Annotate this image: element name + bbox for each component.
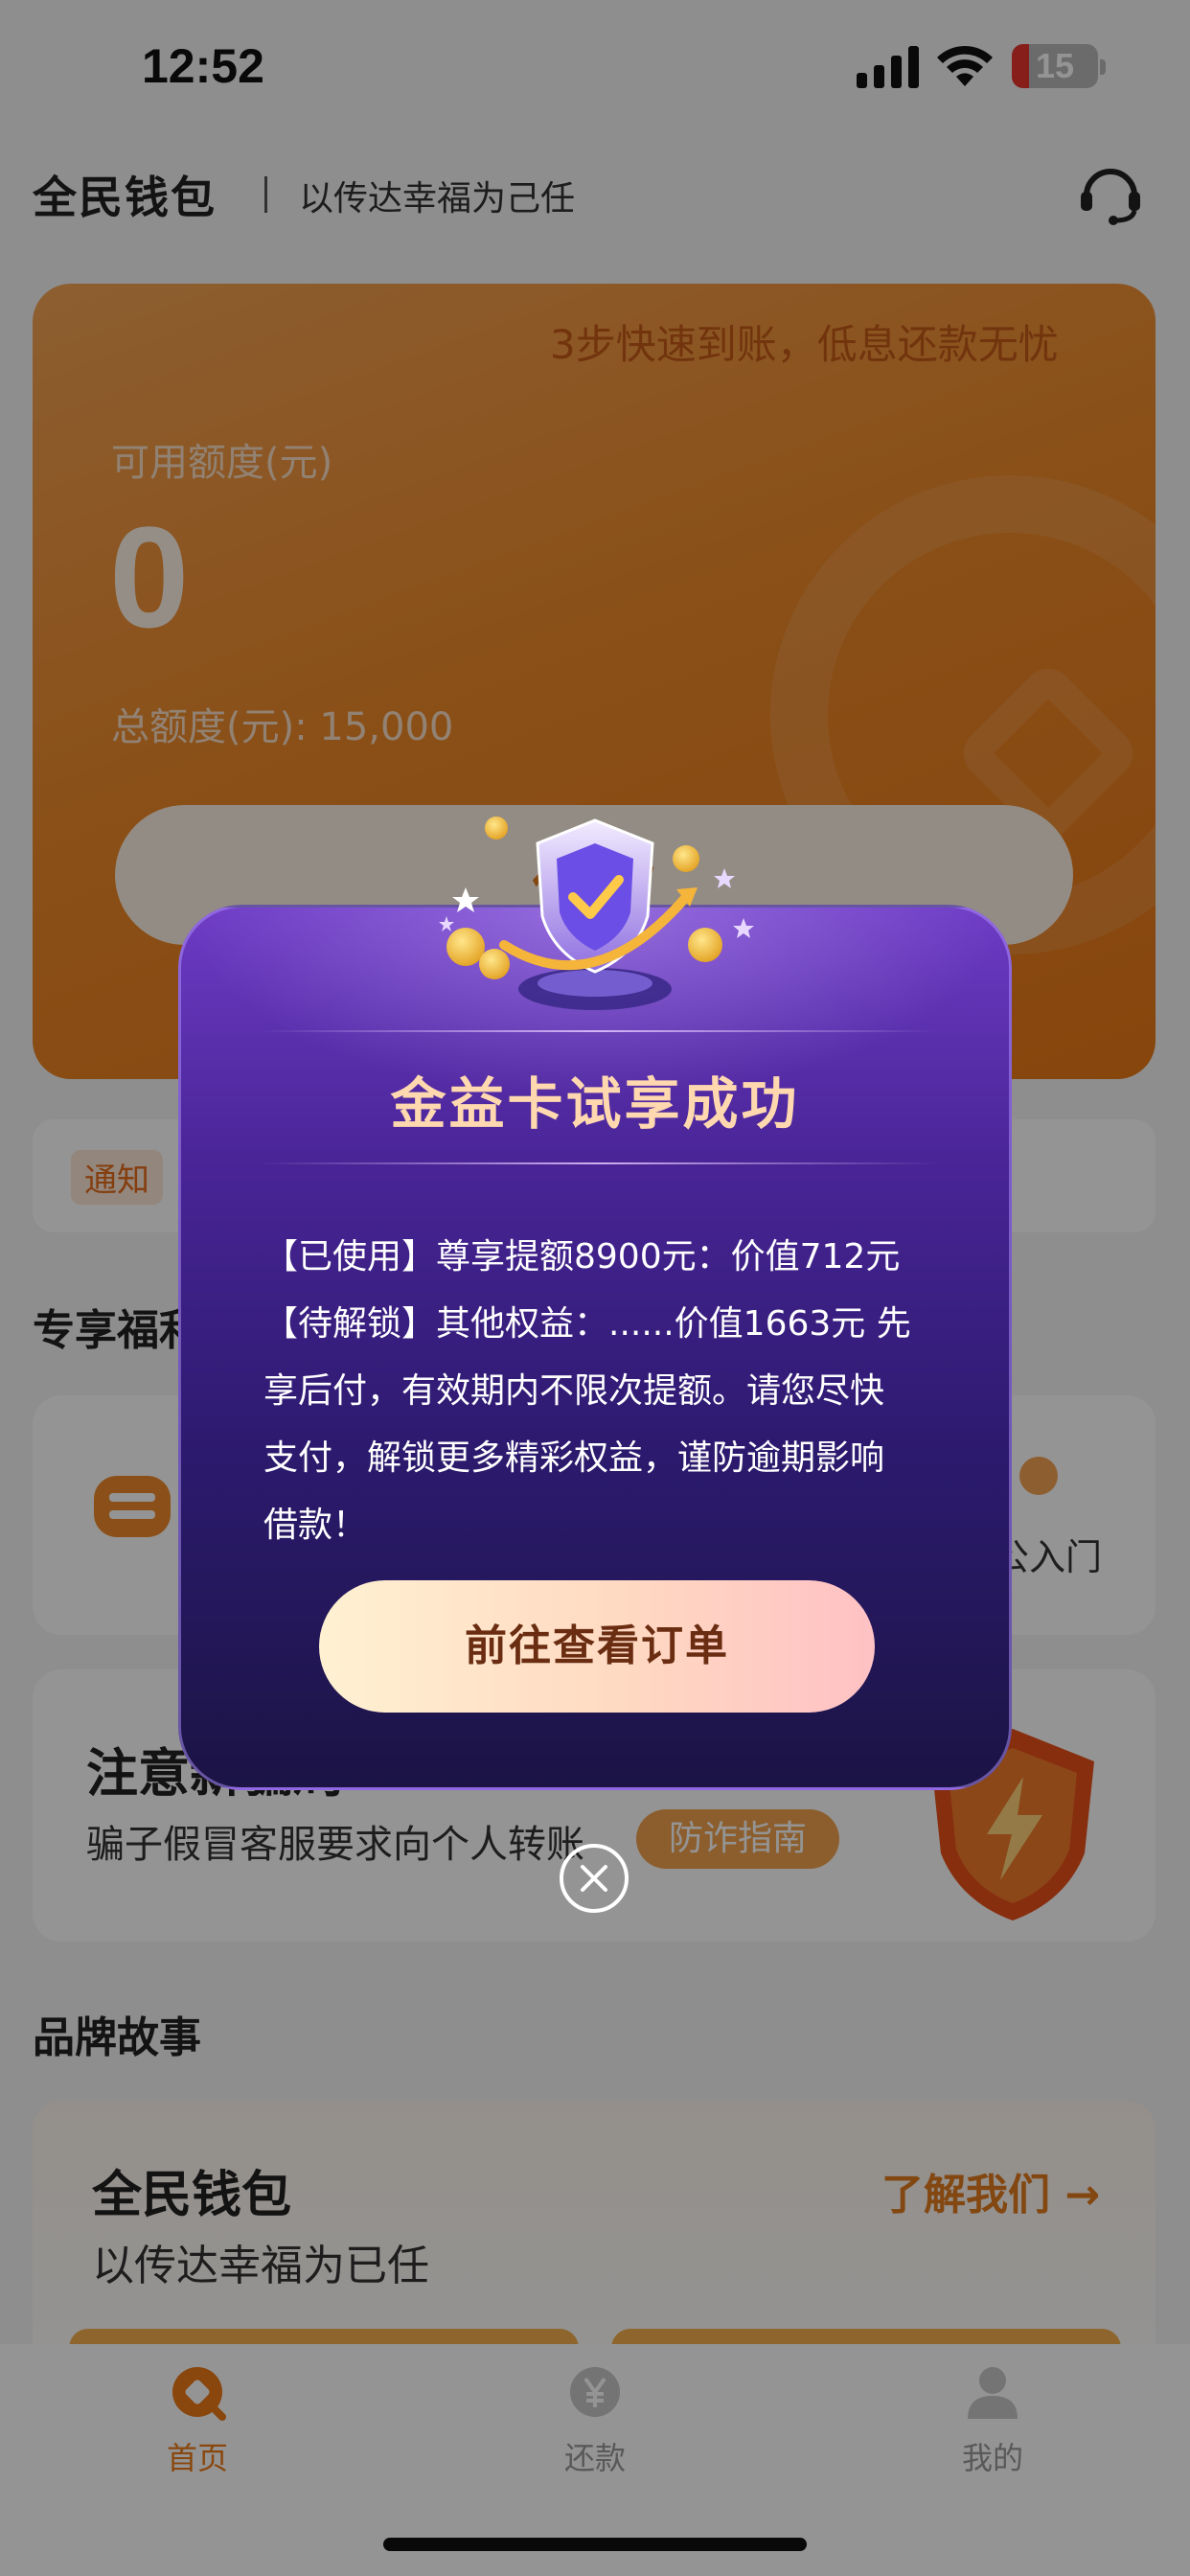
dialog-line: 【待解锁】其他权益：......价值1663元 先 bbox=[263, 1304, 911, 1344]
dialog-title: 金益卡试享成功 bbox=[390, 1071, 800, 1137]
dialog-line: 享后付，有效期内不限次提额。请您尽快 bbox=[263, 1371, 885, 1411]
dialog-body: 【已使用】尊享提额8900元：价值712元 【待解锁】其他权益：......价值… bbox=[263, 1224, 953, 1559]
view-order-button[interactable]: 前往查看订单 bbox=[319, 1580, 875, 1713]
dialog-line: 支付，解锁更多精彩权益，谨防逾期影响 bbox=[263, 1438, 885, 1478]
dialog-line: 借款！ bbox=[263, 1506, 368, 1545]
dialog-divider-bottom bbox=[258, 1162, 938, 1164]
shield-coins-illustration-icon bbox=[439, 816, 754, 1010]
dialog-divider-top bbox=[258, 1030, 938, 1032]
close-circle-icon[interactable] bbox=[558, 1842, 630, 1915]
dialog-line: 【已使用】尊享提额8900元：价值712元 bbox=[263, 1237, 901, 1276]
trial-success-dialog: 金益卡试享成功 【已使用】尊享提额8900元：价值712元 【待解锁】其他权益：… bbox=[178, 905, 1012, 1790]
